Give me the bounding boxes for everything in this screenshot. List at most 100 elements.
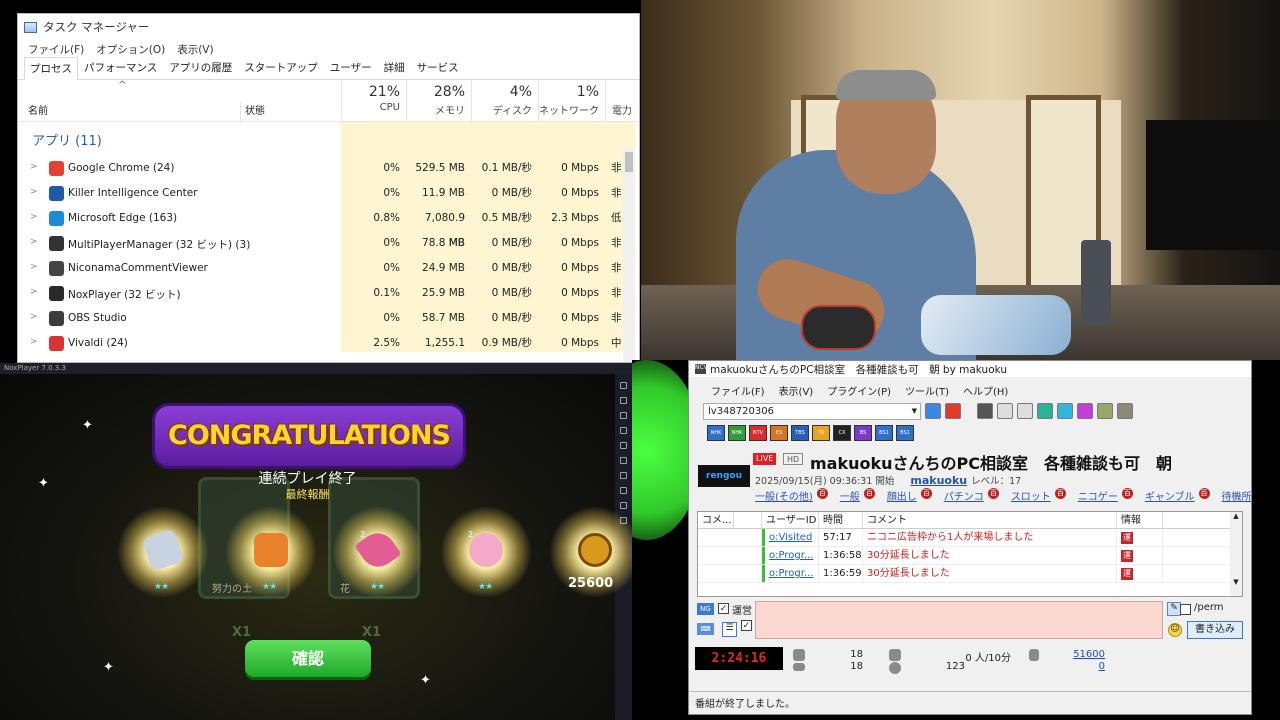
plugin-icon[interactable] xyxy=(1097,403,1113,419)
nox-tool-icon[interactable] xyxy=(620,382,627,389)
expand-chevron-icon[interactable]: > xyxy=(30,287,38,297)
tag-link[interactable]: ニコゲー xyxy=(1078,488,1118,503)
expand-chevron-icon[interactable]: > xyxy=(30,237,38,247)
noxplayer-titlebar[interactable]: NoxPlayer 7.0.3.3 xyxy=(0,363,632,374)
nox-tool-icon[interactable] xyxy=(620,487,627,494)
process-row[interactable]: > Vivaldi (24) 2.5% 1,255.1 MB 0.9 MB/秒 0 Mbp… xyxy=(18,331,639,356)
col-time[interactable]: 時間 xyxy=(819,512,863,528)
expand-chevron-icon[interactable]: > xyxy=(30,312,38,322)
unei-checkbox[interactable]: ✓ xyxy=(718,603,729,614)
process-row[interactable]: > OBS Studio 0% 58.7 MB 0 MB/秒 0 Mbps 非 xyxy=(18,306,639,331)
expand-chevron-icon[interactable]: > xyxy=(30,162,38,172)
list-icon[interactable]: ☰ xyxy=(722,622,737,637)
comment-input[interactable] xyxy=(755,601,1163,639)
col-power[interactable]: 電力 xyxy=(605,80,639,122)
comment-user-id[interactable]: o:Visited xyxy=(762,529,819,546)
tab-users[interactable]: ユーザー xyxy=(324,56,378,79)
ad-points-link[interactable]: 51600 xyxy=(1065,649,1105,660)
live-id-input[interactable]: lv348720306 ▼ xyxy=(703,402,921,420)
col-memory[interactable]: 28% メモリ xyxy=(406,80,471,122)
col-disk[interactable]: 4% ディスク xyxy=(471,80,538,122)
gift-points-link[interactable]: 0 xyxy=(1065,661,1105,672)
comment-grid-scrollbar[interactable]: ▲ ▼ xyxy=(1230,512,1242,596)
group-apps[interactable]: アプリ (11) xyxy=(18,122,639,156)
nox-tool-icon[interactable] xyxy=(620,397,627,404)
channel-button[interactable]: NTV xyxy=(749,425,767,441)
col-comment[interactable]: コメント xyxy=(863,512,1117,528)
col-network[interactable]: 1% ネットワーク xyxy=(538,80,605,122)
tag-link[interactable]: 待機所 xyxy=(1222,488,1251,503)
process-row[interactable]: > Killer Intelligence Center 0% 11.9 MB 0 MB… xyxy=(18,181,639,206)
connect-icon[interactable] xyxy=(925,403,941,419)
channel-button[interactable]: BS1 xyxy=(896,425,914,441)
channel-button[interactable]: BS xyxy=(854,425,872,441)
post-comment-button[interactable]: 書き込み xyxy=(1187,621,1243,639)
users-icon[interactable] xyxy=(1057,403,1073,419)
upload-icon[interactable] xyxy=(1037,403,1053,419)
tag-link[interactable]: 顔出し xyxy=(887,488,917,503)
expand-chevron-icon[interactable]: > xyxy=(30,262,38,272)
nox-tool-icon[interactable] xyxy=(620,442,627,449)
toolbar-icon[interactable] xyxy=(977,403,993,419)
tag-link[interactable]: 一般 xyxy=(840,488,860,503)
tag-link[interactable]: ギャンブル xyxy=(1145,488,1195,503)
gear-icon[interactable] xyxy=(1117,403,1133,419)
menu-view[interactable]: 表示(V) xyxy=(177,42,213,57)
expand-chevron-icon[interactable]: > xyxy=(30,212,38,222)
tab-processes[interactable]: プロセス xyxy=(24,57,78,80)
process-row[interactable]: > NiconamaCommentViewer 0% 24.9 MB 0 MB/秒 0 M… xyxy=(18,256,639,281)
task-manager-titlebar[interactable]: タスク マネージャー xyxy=(18,14,639,40)
toolbar-icon[interactable] xyxy=(997,403,1013,419)
expand-chevron-icon[interactable]: > xyxy=(30,187,38,197)
comment-viewer-titlebar[interactable]: NCV makuokuさんちのPC相談室 各種雑談も可 朝 by makuoku xyxy=(689,361,1251,377)
tag-link[interactable]: スロット xyxy=(1011,488,1051,503)
confirm-button[interactable]: 確認 xyxy=(245,640,371,677)
channel-button[interactable]: BS1 xyxy=(875,425,893,441)
tab-app-history[interactable]: アプリの履歴 xyxy=(163,56,238,79)
nox-tool-icon[interactable] xyxy=(620,457,627,464)
nox-tool-icon[interactable] xyxy=(620,427,627,434)
toolbar-icon[interactable] xyxy=(1017,403,1033,419)
channel-button[interactable]: TBS xyxy=(791,425,809,441)
community-logo[interactable]: rengou xyxy=(698,465,750,487)
process-row[interactable]: > Google Chrome (24) 0% 529.5 MB 0.1 MB/秒 0 M… xyxy=(18,156,639,181)
tab-details[interactable]: 詳細 xyxy=(378,56,411,79)
col-user-id[interactable]: ユーザーID xyxy=(762,512,819,528)
emoji-icon[interactable]: ☺ xyxy=(1168,623,1182,637)
channel-button[interactable]: TX xyxy=(812,425,830,441)
col-cpu[interactable]: 21% CPU xyxy=(341,80,406,122)
comment-user-id[interactable]: o:Progr... xyxy=(762,565,819,582)
nox-tool-icon[interactable] xyxy=(620,472,627,479)
col-name[interactable]: 名前 xyxy=(28,102,48,117)
menu-file[interactable]: ファイル(F) xyxy=(28,42,84,57)
tag-link[interactable]: パチンコ xyxy=(944,488,984,503)
channel-button[interactable]: CX xyxy=(833,425,851,441)
tab-services[interactable]: サービス xyxy=(411,56,465,79)
menu-plugin[interactable]: プラグイン(P) xyxy=(827,383,891,398)
menu-view[interactable]: 表示(V) xyxy=(779,383,814,398)
option-checkbox[interactable]: ✓ xyxy=(741,620,752,631)
expand-chevron-icon[interactable]: > xyxy=(30,337,38,347)
keyboard-icon[interactable]: ⌨ xyxy=(697,623,714,635)
nox-tool-icon[interactable] xyxy=(620,412,627,419)
menu-options[interactable]: オプション(O) xyxy=(96,42,165,57)
search-icon[interactable] xyxy=(1077,403,1093,419)
channel-button[interactable]: EX xyxy=(770,425,788,441)
perm-checkbox[interactable] xyxy=(1180,604,1191,615)
menu-file[interactable]: ファイル(F) xyxy=(711,383,765,398)
process-row[interactable]: > NoxPlayer (32 ビット) 0.1% 25.9 MB 0 MB/秒 0 Mb… xyxy=(18,281,639,306)
nox-tool-icon[interactable] xyxy=(620,502,627,509)
tag-input-icon[interactable]: ✎ xyxy=(1167,602,1181,616)
comment-row[interactable]: o:Progr... 1:36:58 30分延長しました運 xyxy=(698,547,1242,565)
tag-link[interactable]: 一般(その他) xyxy=(755,488,813,503)
col-info[interactable]: 情報 xyxy=(1117,512,1163,528)
process-list-scrollbar[interactable] xyxy=(623,148,635,362)
channel-button[interactable]: NHK xyxy=(728,425,746,441)
program-owner-link[interactable]: makuoku xyxy=(910,474,967,487)
tab-startup[interactable]: スタートアップ xyxy=(238,56,324,79)
process-row[interactable]: > MultiPlayerManager (32 ビット) (3) 0% 78.8 M… xyxy=(18,231,639,256)
comment-row[interactable]: o:Progr... 1:36:59 30分延長しました運 xyxy=(698,565,1242,583)
channel-button[interactable]: NHK xyxy=(707,425,725,441)
tab-performance[interactable]: パフォーマンス xyxy=(78,56,163,79)
comment-user-id[interactable]: o:Progr... xyxy=(762,547,819,564)
